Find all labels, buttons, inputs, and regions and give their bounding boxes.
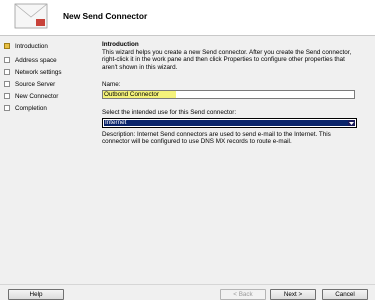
step-marker — [4, 105, 10, 111]
chevron-down-icon[interactable] — [348, 120, 355, 126]
footer-divider — [0, 284, 375, 285]
nav-item-network-settings[interactable]: Network settings — [4, 67, 99, 77]
nav-item-label: New Connector — [15, 92, 59, 100]
name-field[interactable] — [102, 90, 355, 99]
nav-item-completion[interactable]: Completion — [4, 103, 99, 113]
intro-text: This wizard helps you create a new Send … — [102, 49, 352, 71]
step-marker — [4, 93, 10, 99]
nav-item-label: Source Server — [15, 80, 56, 88]
wizard-title: New Send Connector — [63, 11, 148, 21]
nav-item-label: Completion — [15, 104, 47, 112]
step-marker — [4, 57, 10, 63]
intended-use-value: Internet — [104, 119, 350, 126]
nav-item-address-space[interactable]: Address space — [4, 55, 99, 65]
nav-item-label: Network settings — [15, 68, 62, 76]
nav-item-introduction[interactable]: Introduction — [4, 41, 99, 51]
back-button[interactable]: < Back — [220, 289, 266, 300]
nav-item-new-connector[interactable]: New Connector — [4, 91, 99, 101]
wizard-header: New Send Connector — [0, 0, 375, 36]
name-label: Name: — [102, 81, 121, 88]
envelope-icon — [14, 3, 48, 29]
cancel-button[interactable]: Cancel — [322, 289, 368, 300]
help-button[interactable]: Help — [8, 289, 64, 300]
step-marker — [4, 81, 10, 87]
nav-item-label: Introduction — [15, 42, 48, 50]
intended-use-label: Select the intended use for this Send co… — [102, 109, 237, 116]
section-title: Introduction — [102, 41, 139, 48]
nav-item-label: Address space — [15, 56, 57, 64]
introduction-panel: Introduction This wizard helps you creat… — [99, 36, 375, 283]
intended-use-select[interactable]: Internet — [102, 118, 357, 128]
step-marker — [4, 69, 10, 75]
next-button[interactable]: Next > — [270, 289, 316, 300]
use-description: Description: Internet Send connectors ar… — [102, 131, 331, 146]
nav-item-source-server[interactable]: Source Server — [4, 79, 99, 89]
current-step-marker — [4, 43, 10, 49]
